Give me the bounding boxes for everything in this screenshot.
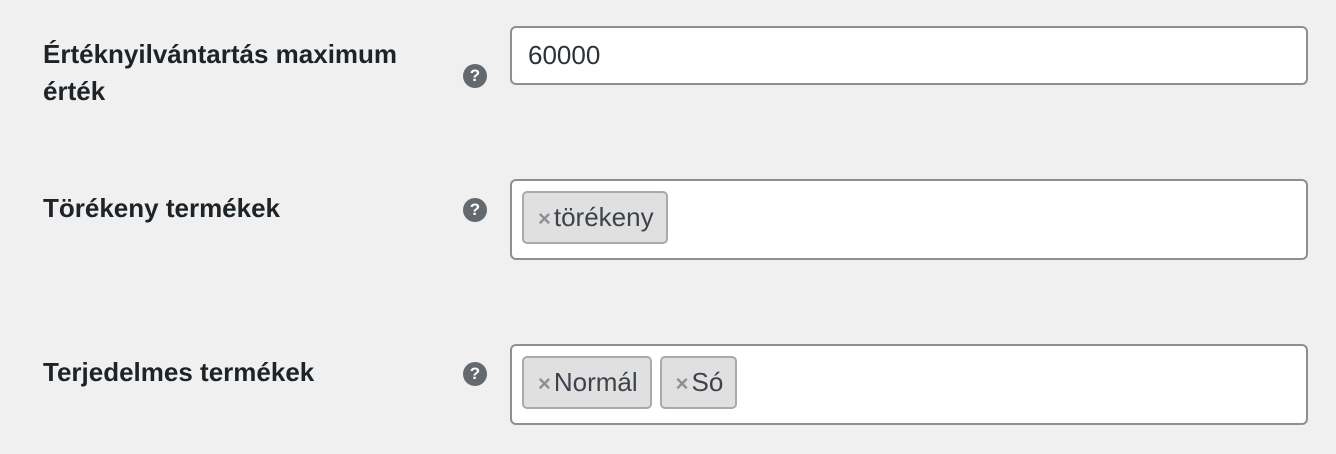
help-icon[interactable]: ? [463, 362, 487, 386]
fragile-products-label: Törékeny termékek [43, 193, 281, 223]
tag-label: Normál [553, 367, 638, 397]
selected-tag: × Só [659, 356, 738, 409]
max-value-input[interactable]: 60000 [510, 26, 1308, 85]
selected-tag: × törékeny [522, 191, 668, 244]
selected-tag: × Normál [522, 356, 652, 409]
remove-tag-icon[interactable]: × [676, 359, 689, 408]
tag-label: törékeny [553, 202, 654, 232]
help-icon[interactable]: ? [463, 198, 487, 222]
help-icon[interactable]: ? [463, 64, 487, 88]
remove-tag-icon[interactable]: × [538, 359, 551, 408]
bulky-products-label: Terjedelmes termékek [43, 357, 315, 387]
bulky-products-select[interactable]: × Normál × Só [510, 344, 1308, 425]
tag-label: Só [691, 367, 724, 397]
remove-tag-icon[interactable]: × [538, 194, 551, 243]
fragile-products-select[interactable]: × törékeny [510, 179, 1308, 260]
max-value-label: Értéknyilvántartás maximum érték [43, 39, 398, 106]
